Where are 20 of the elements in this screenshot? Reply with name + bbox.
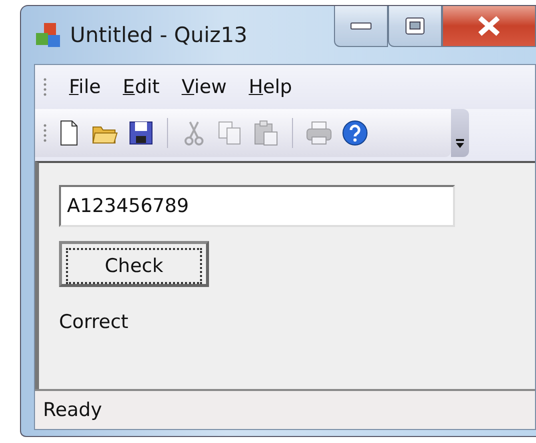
window-title: Untitled - Quiz13 [70, 23, 248, 47]
toolbar-overflow-button[interactable] [451, 109, 469, 157]
menu-item[interactable]: Edit [122, 76, 160, 98]
app-icon [34, 21, 62, 49]
result-text: Correct [59, 311, 130, 333]
minimize-button[interactable] [334, 6, 388, 47]
status-text: Ready [43, 399, 102, 421]
check-button[interactable]: Check [59, 241, 209, 287]
save-icon[interactable] [127, 119, 155, 147]
answer-field[interactable]: A123456789 [59, 185, 455, 227]
caret-icon [455, 139, 465, 149]
menu-item[interactable]: View [182, 76, 227, 98]
maximize-button[interactable] [388, 6, 442, 47]
minimize-icon [350, 22, 372, 30]
help-icon[interactable] [341, 119, 369, 147]
maximize-icon [405, 17, 425, 35]
close-button[interactable] [442, 6, 536, 47]
menu-item[interactable]: File [69, 76, 101, 98]
close-icon [476, 16, 502, 36]
menu-item[interactable]: Help [248, 76, 292, 98]
